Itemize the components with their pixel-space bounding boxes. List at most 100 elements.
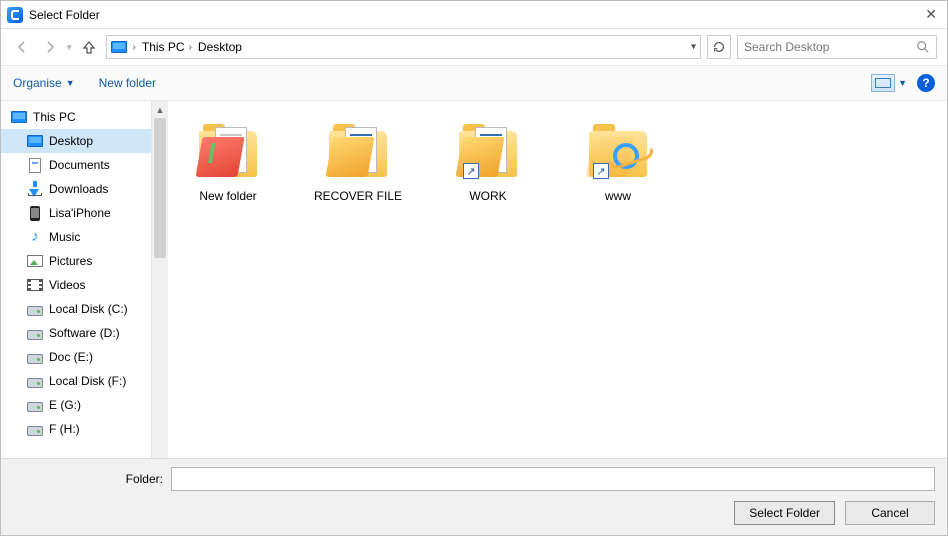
tree-item-music[interactable]: ♪ Music	[11, 225, 151, 249]
folder-item-recover-file[interactable]: RECOVER FILE	[308, 121, 408, 203]
help-button[interactable]: ?	[917, 74, 935, 92]
shortcut-overlay-icon: ↗	[463, 163, 479, 179]
tree-label: E (G:)	[49, 398, 81, 412]
tree-scrollbar[interactable]: ▲ ▼	[151, 101, 168, 489]
shortcut-overlay-icon: ↗	[593, 163, 609, 179]
tree-item-pictures[interactable]: Pictures	[11, 249, 151, 273]
organise-button[interactable]: Organise ▼	[13, 76, 75, 90]
drive-icon	[27, 354, 43, 364]
pictures-icon	[27, 255, 43, 267]
ie-icon	[613, 143, 639, 169]
folder-label: WORK	[438, 189, 538, 203]
folder-icon	[193, 121, 263, 183]
scroll-up-icon[interactable]: ▲	[152, 101, 168, 118]
tree-label: Software (D:)	[49, 326, 120, 340]
recent-dropdown-icon[interactable]: ▾	[67, 42, 72, 53]
folder-icon	[323, 121, 393, 183]
video-icon	[27, 279, 43, 291]
crumb-label: This PC	[142, 40, 185, 54]
folder-icon: ↗	[453, 121, 523, 183]
new-folder-label: New folder	[99, 76, 156, 90]
app-icon	[7, 7, 23, 23]
tree-label: Lisa'iPhone	[49, 206, 111, 220]
main-area: This PC Desktop Documents Downloads Lisa…	[1, 101, 947, 489]
tree-label: Documents	[49, 158, 110, 172]
select-folder-button[interactable]: Select Folder	[734, 501, 835, 525]
view-mode-button[interactable]: ▼	[871, 74, 907, 92]
chevron-right-icon: ›	[133, 42, 136, 53]
drive-icon	[27, 306, 43, 316]
search-input[interactable]: Search Desktop	[737, 35, 937, 59]
folder-field-label: Folder:	[13, 472, 163, 486]
chevron-right-icon: ›	[189, 42, 192, 53]
download-icon	[27, 181, 43, 197]
address-bar[interactable]: › This PC › Desktop ▾	[106, 35, 701, 59]
tree-label: Doc (E:)	[49, 350, 93, 364]
drive-icon	[27, 330, 43, 340]
toolbar: Organise ▼ New folder ▼ ?	[1, 65, 947, 101]
cancel-button[interactable]: Cancel	[845, 501, 935, 525]
new-folder-button[interactable]: New folder	[99, 76, 156, 90]
forward-button[interactable]	[39, 36, 61, 58]
title-bar: Select Folder ✕	[1, 1, 947, 29]
tree-label: Pictures	[49, 254, 92, 268]
tree-item-downloads[interactable]: Downloads	[11, 177, 151, 201]
window-title: Select Folder	[29, 8, 901, 22]
folder-item-work[interactable]: ↗ WORK	[438, 121, 538, 203]
crumb-label: Desktop	[198, 40, 242, 54]
tree-item-drive-d[interactable]: Software (D:)	[11, 321, 151, 345]
folder-name-input[interactable]	[171, 467, 935, 491]
tree-root-this-pc[interactable]: This PC	[11, 105, 151, 129]
folder-label: www	[568, 189, 668, 203]
tree-item-desktop[interactable]: Desktop	[1, 129, 151, 153]
tree-item-drive-e[interactable]: Doc (E:)	[11, 345, 151, 369]
tree-item-drive-c[interactable]: Local Disk (C:)	[11, 297, 151, 321]
tree-label: This PC	[33, 110, 76, 124]
tree-item-documents[interactable]: Documents	[11, 153, 151, 177]
drive-icon	[27, 426, 43, 436]
pc-icon	[111, 41, 127, 53]
refresh-button[interactable]	[707, 35, 731, 59]
drive-icon	[27, 402, 43, 412]
tree-item-drive-f[interactable]: Local Disk (F:)	[11, 369, 151, 393]
search-placeholder: Search Desktop	[744, 40, 829, 54]
crumb-desktop[interactable]: Desktop	[198, 40, 242, 54]
address-dropdown-icon[interactable]: ▾	[691, 42, 696, 53]
nav-row: ▾ › This PC › Desktop ▾ Search Desktop	[1, 29, 947, 65]
drive-icon	[27, 378, 43, 388]
view-icon	[871, 74, 895, 92]
desktop-icon	[27, 135, 43, 147]
crumb-this-pc[interactable]: This PC ›	[142, 40, 192, 54]
music-icon: ♪	[27, 229, 43, 245]
tree-label: Music	[49, 230, 80, 244]
tree-item-drive-h[interactable]: F (H:)	[11, 417, 151, 441]
chevron-down-icon: ▼	[66, 78, 75, 88]
nav-tree: This PC Desktop Documents Downloads Lisa…	[1, 101, 151, 489]
scroll-thumb[interactable]	[154, 118, 166, 258]
tree-item-videos[interactable]: Videos	[11, 273, 151, 297]
tree-item-drive-g[interactable]: E (G:)	[11, 393, 151, 417]
tree-label: Desktop	[49, 134, 93, 148]
folder-icon: ↗	[583, 121, 653, 183]
phone-icon	[30, 206, 40, 221]
search-icon	[916, 40, 930, 54]
close-button[interactable]: ✕	[901, 6, 941, 23]
organise-label: Organise	[13, 76, 62, 90]
folder-item-new-folder[interactable]: New folder	[178, 121, 278, 203]
tree-label: Local Disk (C:)	[49, 302, 128, 316]
tree-label: Local Disk (F:)	[49, 374, 126, 388]
folder-item-www[interactable]: ↗ www	[568, 121, 668, 203]
folder-label: New folder	[178, 189, 278, 203]
up-button[interactable]	[78, 36, 100, 58]
tree-label: Downloads	[49, 182, 108, 196]
back-button[interactable]	[11, 36, 33, 58]
dialog-footer: Folder: Select Folder Cancel	[1, 458, 947, 535]
document-icon	[29, 158, 41, 173]
content-pane[interactable]: New folder RECOVER FILE ↗ WORK	[168, 101, 947, 489]
folder-label: RECOVER FILE	[308, 189, 408, 203]
tree-label: F (H:)	[49, 422, 80, 436]
chevron-down-icon: ▼	[898, 78, 907, 88]
pc-icon	[11, 111, 27, 123]
tree-item-iphone[interactable]: Lisa'iPhone	[11, 201, 151, 225]
tree-label: Videos	[49, 278, 85, 292]
